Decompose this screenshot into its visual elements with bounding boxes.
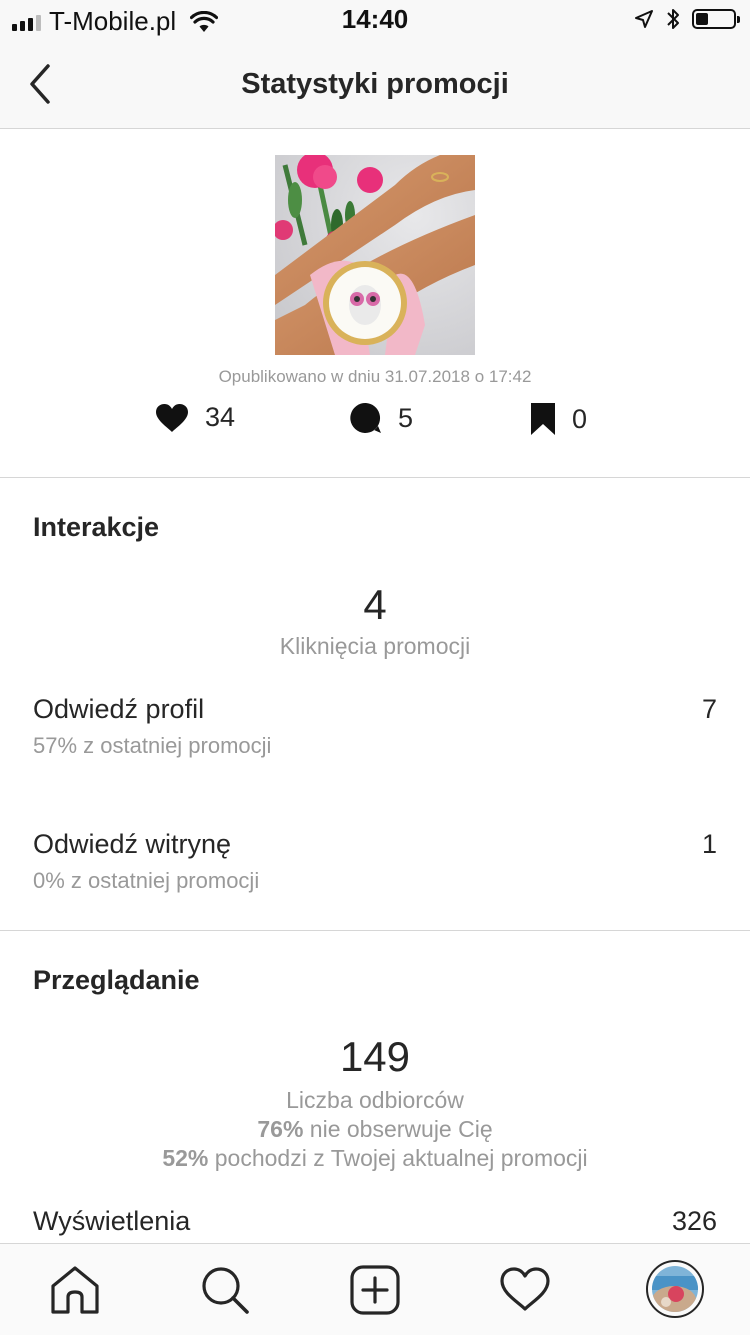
page-title: Statystyki promocji [241, 68, 509, 100]
promotion-clicks-label: Kliknięcia promocji [279, 633, 471, 659]
profile-tab[interactable] [646, 1260, 704, 1318]
not-following-line: 76% nie obserwuje Cię [0, 1116, 750, 1143]
status-bar: T-Mobile.pl 14:40 [0, 0, 750, 40]
profile-visits-label: Odwiedź profil [33, 694, 205, 724]
bookmark-filled-icon [531, 403, 555, 435]
search-icon[interactable] [199, 1264, 251, 1316]
reach-label: Liczba odbiorców [286, 1087, 464, 1113]
navigation-bar: Statystyki promocji [0, 40, 750, 129]
not-following-text: nie obserwuje Cię [303, 1116, 493, 1142]
impressions-value: 326 [671, 1206, 717, 1236]
interactions-heading: Interakcje [33, 512, 160, 542]
comments-count: 5 [398, 402, 414, 433]
website-visits-label: Odwiedź witrynę [33, 829, 232, 859]
new-post-icon[interactable] [349, 1264, 401, 1316]
impressions-label: Wyświetlenia [33, 1206, 191, 1236]
post-thumbnail[interactable] [275, 155, 475, 355]
comment-bubble-icon [350, 402, 381, 433]
reach-value: 149 [339, 1033, 411, 1080]
discovery-heading: Przeglądanie [33, 965, 200, 995]
saves-count: 0 [572, 403, 588, 434]
section-divider [0, 930, 750, 931]
likes-count: 34 [205, 402, 236, 432]
likes-stat: 34 [155, 402, 235, 433]
bluetooth-icon [667, 9, 679, 29]
profile-avatar [652, 1266, 698, 1312]
profile-visits-value: 7 [701, 694, 717, 724]
not-following-percent: 76% [257, 1116, 304, 1142]
profile-visits-sub: 57% z ostatniej promocji [33, 733, 272, 758]
heart-filled-icon [156, 403, 188, 432]
activity-heart-icon[interactable] [499, 1264, 551, 1316]
comments-stat: 5 [350, 402, 413, 434]
section-divider [0, 477, 750, 478]
status-right [634, 7, 740, 31]
from-promotion-line: 52% pochodzi z Twojej aktualnej promocji [0, 1145, 750, 1172]
published-date: Opublikowano w dniu 31.07.2018 o 17:42 [218, 367, 532, 386]
battery-icon [692, 9, 740, 29]
saves-stat: 0 [530, 402, 587, 436]
location-icon [635, 10, 653, 28]
from-promotion-percent: 52% [162, 1145, 209, 1171]
from-promotion-text: pochodzi z Twojej aktualnej promocji [208, 1145, 588, 1171]
website-visits-value: 1 [701, 829, 717, 859]
promotion-clicks-value: 4 [363, 581, 387, 628]
home-icon[interactable] [49, 1264, 101, 1316]
tab-bar [0, 1243, 750, 1335]
website-visits-sub: 0% z ostatniej promocji [33, 868, 260, 893]
